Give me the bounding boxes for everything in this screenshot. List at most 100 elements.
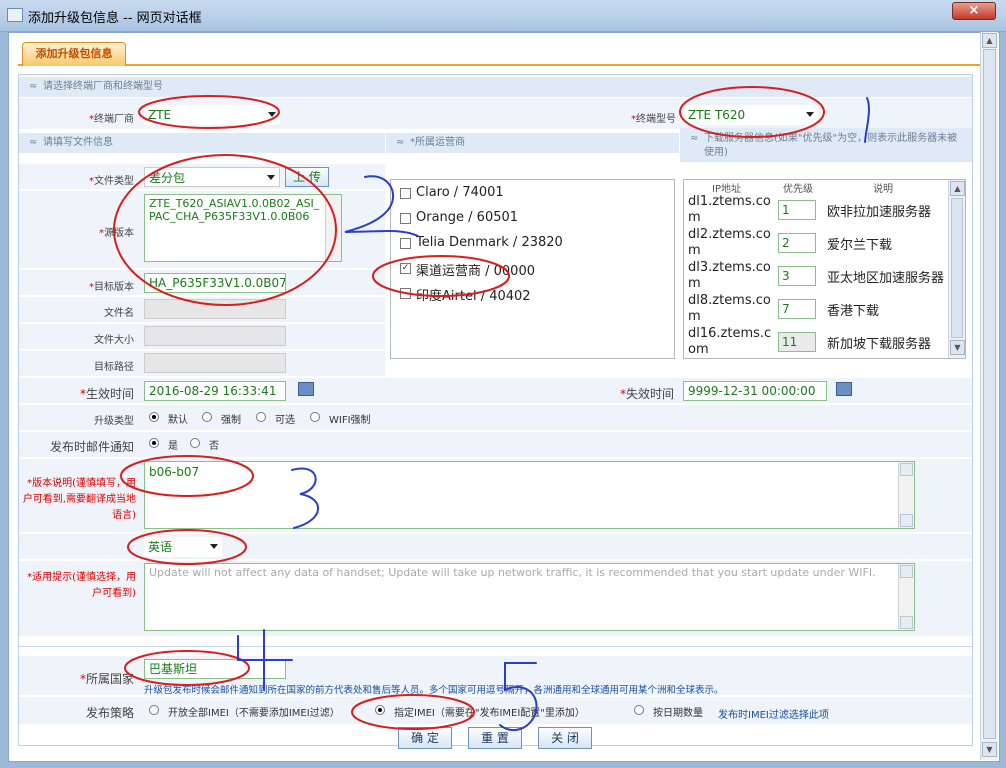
operator-checkbox[interactable]: ✓ <box>400 263 411 274</box>
window-icon <box>7 8 23 22</box>
vendor-select[interactable]: ZTE <box>144 105 280 125</box>
server-priority-input[interactable]: 2 <box>778 233 816 253</box>
scroll-down-icon[interactable] <box>900 616 913 629</box>
radio-upgrade-type[interactable] <box>256 412 266 422</box>
model-select[interactable]: ZTE T620 <box>684 105 818 125</box>
target-version-input[interactable]: HA_P635F33V1.0.0B07 <box>144 273 286 293</box>
version-desc-label: *版本说明(谨慎填写，用户可看到,需要翻译成当地语言) <box>22 478 136 521</box>
calendar-icon[interactable] <box>836 382 852 396</box>
radio-upgrade-type[interactable] <box>149 412 159 422</box>
version-desc-textarea[interactable]: b06-b07 <box>144 461 915 529</box>
operator-checkbox[interactable] <box>400 238 411 249</box>
email-notify-label: 发布时邮件通知 <box>49 440 134 454</box>
expire-time-input[interactable]: 9999-12-31 00:00:00 <box>683 381 827 401</box>
scroll-down-icon[interactable]: ▼ <box>982 742 997 757</box>
scroll-down-icon[interactable] <box>900 514 913 527</box>
radio-upgrade-type[interactable] <box>202 412 212 422</box>
section-file-info: 请填写文件信息 <box>19 133 385 153</box>
chevron-down-icon <box>268 112 276 117</box>
tab-add-package[interactable]: 添加升级包信息 <box>22 42 126 66</box>
operator-checkbox[interactable] <box>400 288 411 299</box>
operator-label: Telia Denmark / 23820 <box>416 235 563 250</box>
email-notify-row <box>19 432 972 458</box>
radio-strategy[interactable] <box>634 705 644 715</box>
server-ip: dl16.ztems.com <box>688 326 772 357</box>
server-priority-input[interactable]: 1 <box>778 200 816 220</box>
reset-button[interactable]: 重 置 <box>468 727 522 749</box>
radio-strategy[interactable] <box>375 705 385 715</box>
divider <box>19 646 972 647</box>
server-ip: dl3.ztems.com <box>688 260 771 291</box>
expire-time-label: *失效时间 <box>619 387 674 401</box>
tip-textarea[interactable]: Update will not affect any data of hands… <box>144 563 915 631</box>
scrollbar[interactable] <box>898 462 914 528</box>
target-version-label: *目标版本 <box>89 282 134 293</box>
section-operator: *所属运营商 <box>386 133 679 153</box>
country-label: *所属国家 <box>79 672 134 686</box>
target-path-field <box>144 353 286 373</box>
effective-time-label: *生效时间 <box>79 387 134 401</box>
file-name-label: 文件名 <box>104 308 134 319</box>
server-header-ip: IP地址 <box>712 184 741 195</box>
radio-email-notify[interactable] <box>149 438 159 448</box>
page-scrollbar[interactable]: ▲ ▼ <box>980 32 998 760</box>
close-window-button[interactable]: × <box>952 2 996 20</box>
file-name-field <box>144 299 286 319</box>
source-version-label: *源版本 <box>99 228 134 239</box>
radio-email-notify[interactable] <box>190 438 200 448</box>
model-label: *终端型号 <box>631 114 676 125</box>
window-title: 添加升级包信息 -- 网页对话框 <box>28 11 202 26</box>
operator-label: Orange / 60501 <box>416 210 519 225</box>
scrollbar[interactable] <box>325 195 341 261</box>
operator-label: 印度Airtel / 40402 <box>416 289 531 304</box>
radio-label: 默认 <box>168 415 188 426</box>
server-priority-input[interactable]: 11 <box>778 332 816 352</box>
file-type-select[interactable]: 差分包 <box>144 167 280 187</box>
effective-time-input[interactable]: 2016-08-29 16:33:41 <box>144 381 286 401</box>
operator-checkbox[interactable] <box>400 213 411 224</box>
scroll-up-icon[interactable] <box>900 565 913 578</box>
source-version-textarea[interactable]: ZTE_T620_ASIAV1.0.0B02_ASI_PAC_CHA_P635F… <box>144 194 342 262</box>
ok-button[interactable]: 确 定 <box>398 727 452 749</box>
operator-label: Claro / 74001 <box>416 185 504 200</box>
server-scrollbar[interactable]: ▲ ▼ <box>948 180 965 358</box>
radio-label: 按日期数量 <box>653 708 703 719</box>
scroll-up-icon[interactable] <box>900 463 913 476</box>
server-ip: dl1.ztems.com <box>688 194 771 225</box>
calendar-icon[interactable] <box>298 382 314 396</box>
upgrade-type-row <box>19 405 972 431</box>
country-note: 升级包发布时候会邮件通知到所在国家的前方代表处和售后等人员。多个国家可用逗号隔开… <box>144 685 724 696</box>
radio-strategy[interactable] <box>149 705 159 715</box>
radio-label: 可选 <box>275 415 295 426</box>
server-desc: 亚太地区加速服务器 <box>827 271 945 286</box>
radio-label: 是 <box>168 441 178 452</box>
server-desc: 爱尔兰下载 <box>827 238 893 253</box>
operator-label: 渠道运营商 / 00000 <box>416 264 535 279</box>
chevron-down-icon <box>806 112 814 117</box>
scroll-up-icon[interactable]: ▲ <box>982 33 997 48</box>
server-priority-input[interactable]: 7 <box>778 299 816 319</box>
upload-button[interactable]: 上 传 <box>285 167 329 187</box>
country-input[interactable]: 巴基斯坦 <box>144 659 286 679</box>
section-server: 下载服务器信息(如果"优先级"为空，则表示此服务器未被使用) <box>680 128 972 162</box>
radio-upgrade-type[interactable] <box>310 412 320 422</box>
operator-checkbox[interactable] <box>400 188 411 199</box>
radio-label: 强制 <box>221 415 241 426</box>
scroll-down-icon[interactable]: ▼ <box>950 340 965 355</box>
server-priority-input[interactable]: 3 <box>778 266 816 286</box>
server-desc: 新加坡下载服务器 <box>827 337 932 352</box>
server-ip: dl8.ztems.com <box>688 293 771 324</box>
scrollbar[interactable] <box>898 564 914 630</box>
scroll-thumb[interactable] <box>983 49 996 739</box>
scroll-thumb[interactable] <box>951 198 963 338</box>
server-desc: 香港下载 <box>827 304 880 319</box>
server-header-priority: 优先级 <box>783 184 813 195</box>
language-select[interactable]: 英语 <box>144 537 222 557</box>
target-path-label: 目标路径 <box>94 362 134 373</box>
close-button[interactable]: 关 闭 <box>538 727 592 749</box>
file-size-field <box>144 326 286 346</box>
section-vendor-model: 请选择终端厂商和终端型号 <box>19 77 972 97</box>
strategy-note: 发布时IMEI过滤选择此项 <box>718 710 829 721</box>
scroll-up-icon[interactable]: ▲ <box>950 181 965 196</box>
radio-label: 开放全部IMEI（不需要添加IMEI过滤） <box>168 708 340 719</box>
